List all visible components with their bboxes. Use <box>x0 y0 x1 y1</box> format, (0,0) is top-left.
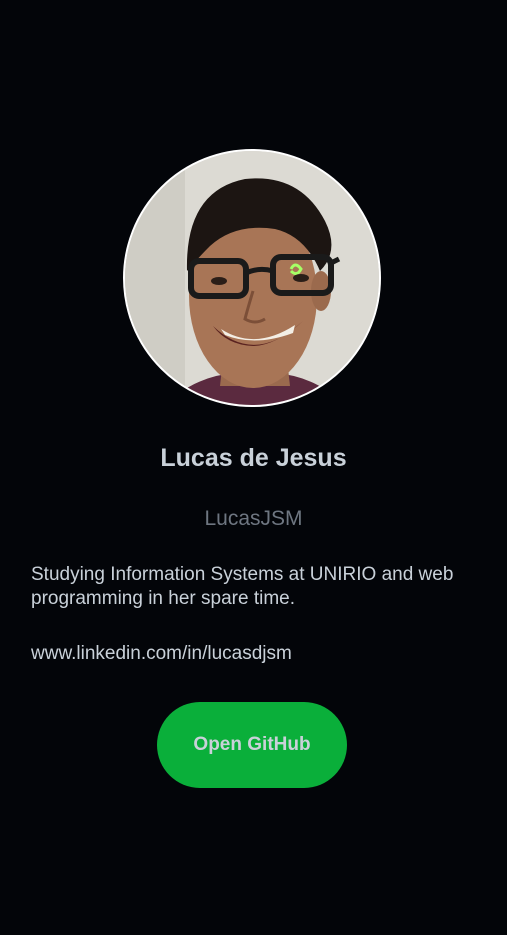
avatar <box>123 149 381 407</box>
profile-name: Lucas de Jesus <box>160 444 347 472</box>
profile-blog-link[interactable]: www.linkedin.com/in/lucasdjsm <box>31 642 292 666</box>
avatar-photo <box>125 151 379 405</box>
profile-card: Lucas de Jesus LucasJSM Studying Informa… <box>0 0 507 935</box>
profile-username: LucasJSM <box>204 507 303 530</box>
open-github-button[interactable]: Open GitHub <box>157 702 347 788</box>
profile-bio: Studying Information Systems at UNIRIO a… <box>31 564 454 609</box>
